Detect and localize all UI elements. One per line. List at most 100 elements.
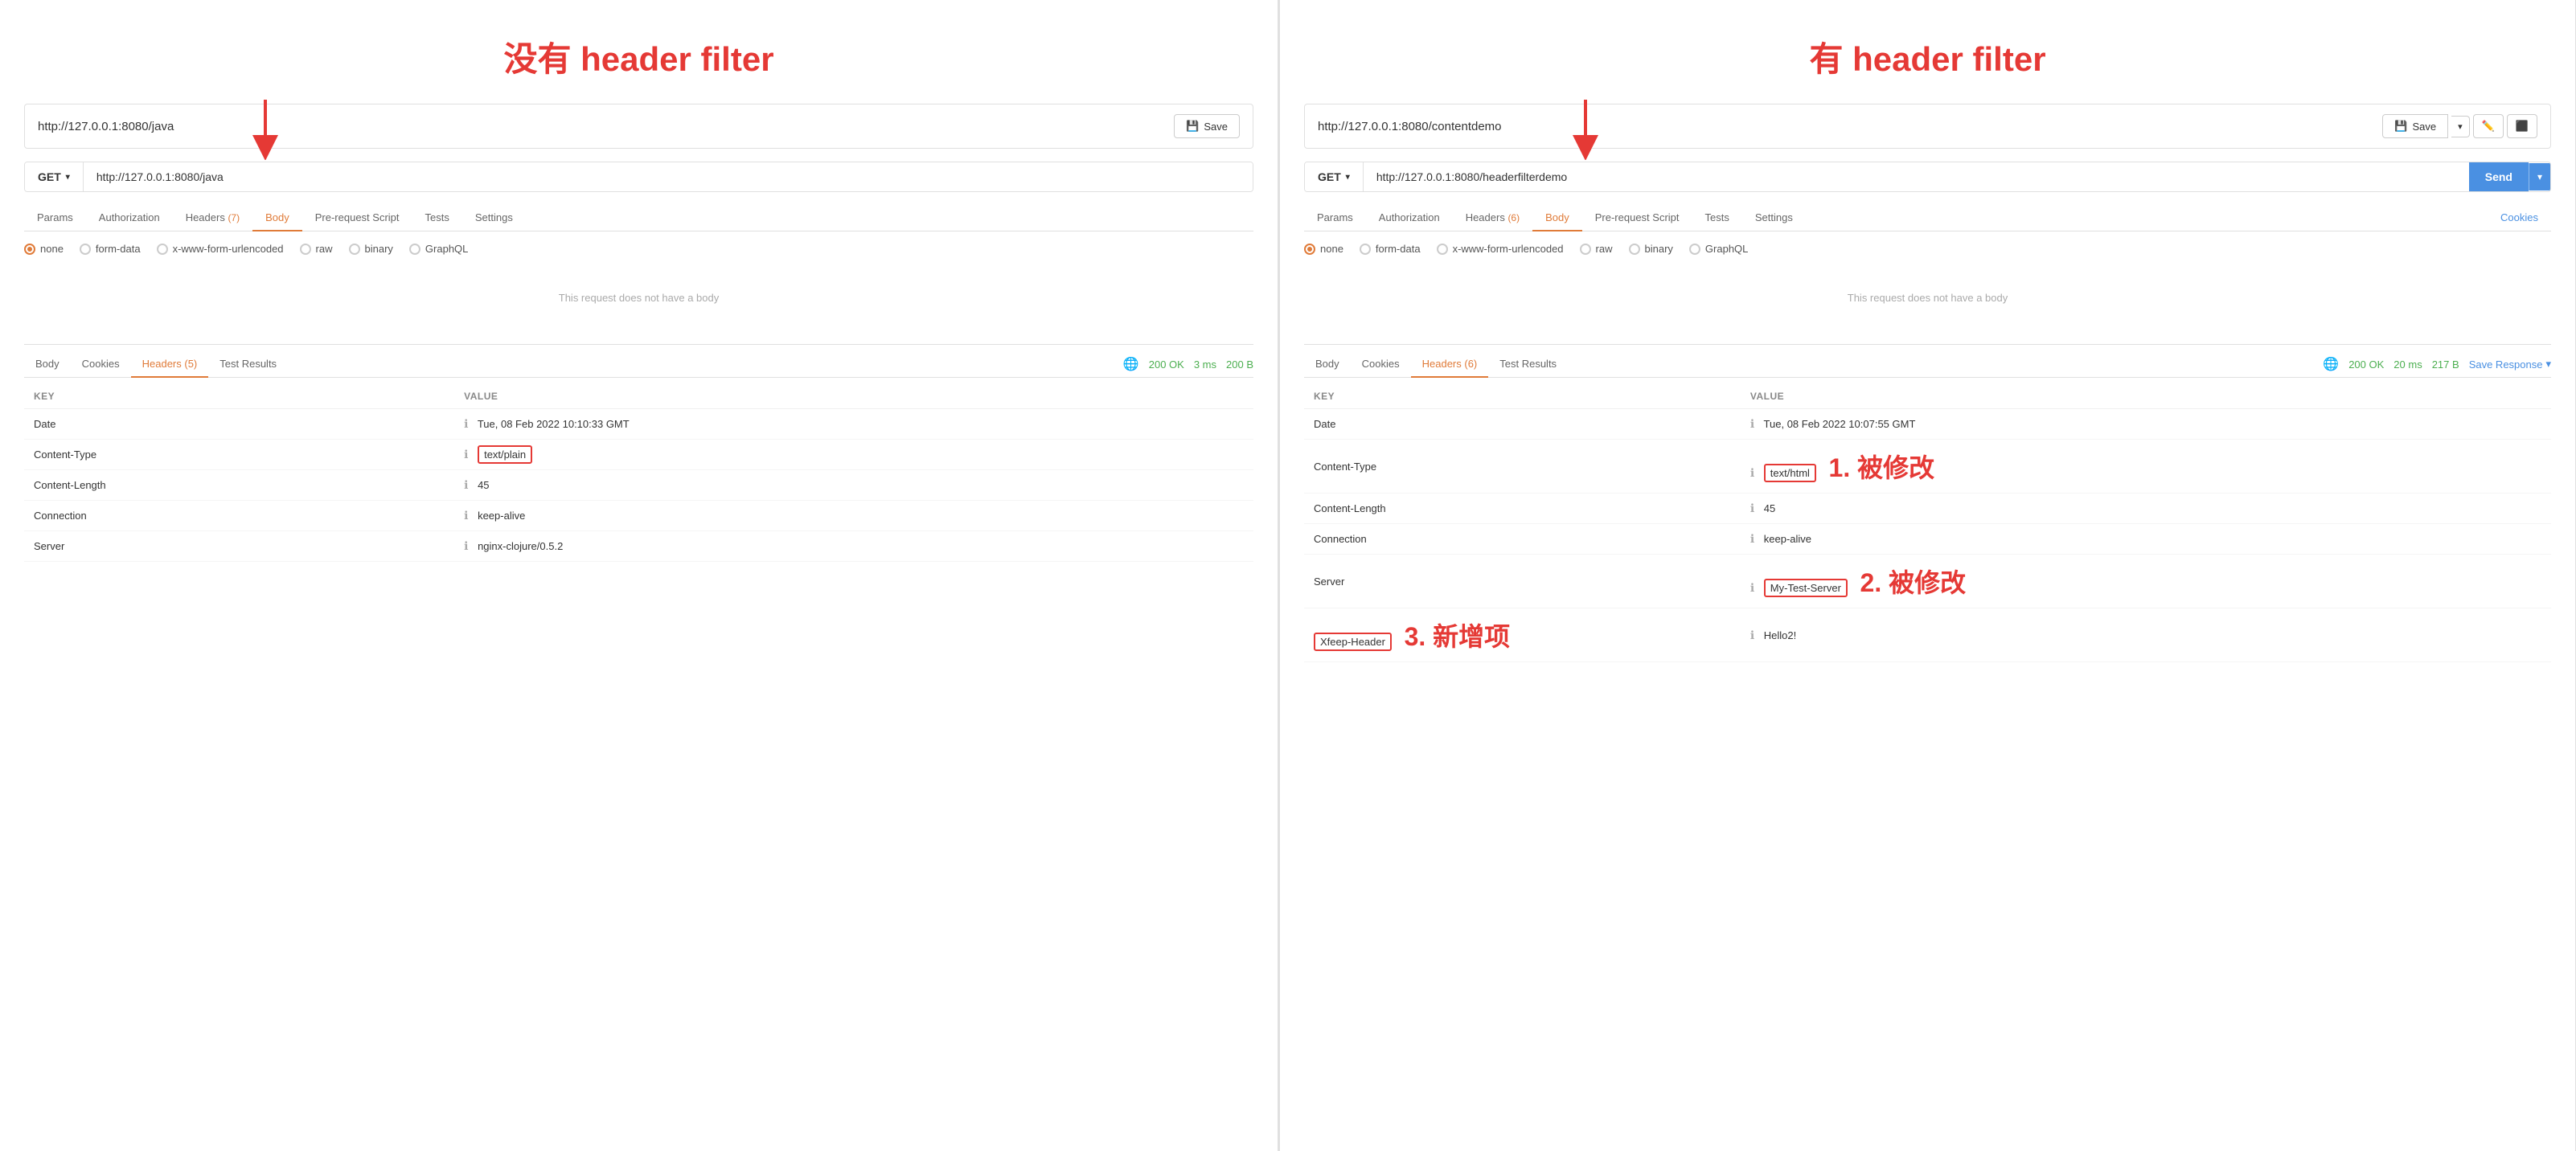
right-status-ok: 200 OK — [2348, 358, 2384, 371]
right-url-input[interactable] — [1364, 162, 2469, 191]
left-key-content-length: Content-Length — [24, 470, 454, 501]
left-radio-binary[interactable]: binary — [349, 243, 393, 255]
right-radio-none-label: none — [1320, 243, 1343, 255]
right-key-xfeep-highlight: Xfeep-Header — [1314, 633, 1392, 651]
left-method-value: GET — [38, 170, 61, 183]
left-radio-formdata-dot — [80, 244, 91, 255]
left-tabs-nav: Params Authorization Headers (7) Body Pr… — [24, 205, 1253, 231]
right-radio-binary[interactable]: binary — [1629, 243, 1673, 255]
left-info-server: ℹ — [464, 539, 468, 552]
right-radio-formdata-dot — [1360, 244, 1371, 255]
right-radio-binary-label: binary — [1645, 243, 1673, 255]
left-radio-graphql[interactable]: GraphQL — [409, 243, 468, 255]
left-tab-tests[interactable]: Tests — [412, 205, 462, 231]
left-row-date: Date ℹ Tue, 08 Feb 2022 10:10:33 GMT — [24, 409, 1253, 440]
right-tab-body[interactable]: Body — [1532, 205, 1582, 231]
right-method-value: GET — [1318, 170, 1341, 183]
left-resp-tab-body[interactable]: Body — [24, 351, 71, 378]
left-value-content-length: ℹ 45 — [454, 470, 1253, 501]
right-resp-tab-testresults[interactable]: Test Results — [1488, 351, 1568, 378]
right-save-group: 💾 Save ▾ ✏️ ⬛ — [2382, 114, 2537, 138]
left-tab-prerequest[interactable]: Pre-request Script — [302, 205, 412, 231]
left-tab-headers[interactable]: Headers (7) — [173, 205, 252, 231]
right-radio-none[interactable]: none — [1304, 243, 1343, 255]
right-key-date: Date — [1304, 409, 1741, 440]
right-radio-formdata[interactable]: form-data — [1360, 243, 1421, 255]
right-row-server: Server ℹ My-Test-Server 2. 被修改 — [1304, 555, 2551, 608]
right-tab-cookies[interactable]: Cookies — [2488, 205, 2551, 231]
save-icon: 💾 — [1186, 120, 1199, 133]
left-tab-body[interactable]: Body — [252, 205, 302, 231]
right-info-content-type: ℹ — [1750, 466, 1754, 479]
right-response-tabs: Body Cookies Headers (6) Test Results 🌐 … — [1304, 345, 2551, 378]
right-value-content-type: ℹ text/html 1. 被修改 — [1741, 440, 2551, 494]
right-tab-authorization[interactable]: Authorization — [1366, 205, 1453, 231]
right-tab-tests[interactable]: Tests — [1692, 205, 1742, 231]
right-tab-headers[interactable]: Headers (6) — [1453, 205, 1532, 231]
left-row-connection: Connection ℹ keep-alive — [24, 501, 1253, 531]
right-send-button[interactable]: Send — [2469, 162, 2529, 191]
right-th-key: KEY — [1304, 384, 1741, 409]
right-body-type-row: none form-data x-www-form-urlencoded raw… — [1304, 243, 2551, 255]
left-save-button[interactable]: 💾 Save — [1174, 114, 1240, 138]
right-save-button[interactable]: 💾 Save — [2382, 114, 2448, 138]
right-tab-prerequest[interactable]: Pre-request Script — [1582, 205, 1692, 231]
left-resp-tab-headers[interactable]: Headers (5) — [131, 351, 209, 378]
left-status-ok: 200 OK — [1149, 358, 1184, 371]
right-headers-table: KEY VALUE Date ℹ Tue, 08 Feb 2022 10:07:… — [1304, 384, 2551, 662]
right-value-server: ℹ My-Test-Server 2. 被修改 — [1741, 555, 2551, 608]
right-share-button[interactable]: ⬛ — [2507, 114, 2537, 138]
right-resp-tab-body[interactable]: Body — [1304, 351, 1351, 378]
left-radio-none[interactable]: none — [24, 243, 64, 255]
left-radio-urlencoded[interactable]: x-www-form-urlencoded — [157, 243, 284, 255]
left-url-input[interactable] — [84, 162, 1253, 191]
left-tab-settings[interactable]: Settings — [462, 205, 526, 231]
right-info-date: ℹ — [1750, 417, 1754, 430]
right-radio-urlencoded-label: x-www-form-urlencoded — [1453, 243, 1564, 255]
left-tab-authorization[interactable]: Authorization — [86, 205, 173, 231]
right-tab-settings[interactable]: Settings — [1742, 205, 1806, 231]
right-save-chevron[interactable]: ▾ — [2451, 116, 2470, 137]
right-radio-raw[interactable]: raw — [1580, 243, 1613, 255]
left-radio-formdata[interactable]: form-data — [80, 243, 141, 255]
left-no-body: This request does not have a body — [24, 268, 1253, 328]
right-save-icon: 💾 — [2394, 120, 2407, 133]
right-resp-tab-headers[interactable]: Headers (6) — [1411, 351, 1489, 378]
right-edit-button[interactable]: ✏️ — [2473, 114, 2504, 138]
right-info-xfeep: ℹ — [1750, 629, 1754, 641]
right-key-content-length: Content-Length — [1304, 494, 1741, 524]
right-status-size: 217 B — [2432, 358, 2459, 371]
right-key-server: Server — [1304, 555, 1741, 608]
left-annotation: 没有 header filter — [503, 40, 773, 78]
right-annotation-xfeep: 3. 新增项 — [1405, 616, 1511, 653]
left-radio-raw[interactable]: raw — [300, 243, 333, 255]
right-key-xfeep: Xfeep-Header 3. 新增项 — [1304, 608, 1741, 662]
right-tab-params[interactable]: Params — [1304, 205, 1366, 231]
right-send-chevron[interactable]: ▾ — [2529, 163, 2550, 190]
left-radio-raw-label: raw — [316, 243, 333, 255]
right-resp-tab-cookies[interactable]: Cookies — [1351, 351, 1411, 378]
right-value-server-highlight: My-Test-Server — [1764, 579, 1848, 597]
right-save-label: Save — [2412, 121, 2436, 133]
right-annotation-content-type: 1. 被修改 — [1829, 448, 1935, 485]
left-value-connection: ℹ keep-alive — [454, 501, 1253, 531]
right-radio-graphql-label: GraphQL — [1705, 243, 1748, 255]
left-method-chevron: ▾ — [66, 173, 70, 182]
right-radio-graphql-dot — [1689, 244, 1700, 255]
left-resp-tab-cookies[interactable]: Cookies — [71, 351, 131, 378]
right-row-content-length: Content-Length ℹ 45 — [1304, 494, 2551, 524]
left-method-select[interactable]: GET ▾ — [25, 162, 84, 191]
right-method-chevron: ▾ — [1346, 173, 1350, 182]
left-value-server: ℹ nginx-clojure/0.5.2 — [454, 531, 1253, 562]
right-radio-urlencoded[interactable]: x-www-form-urlencoded — [1437, 243, 1564, 255]
left-tab-params[interactable]: Params — [24, 205, 86, 231]
right-status-time: 20 ms — [2393, 358, 2422, 371]
right-value-connection: ℹ keep-alive — [1741, 524, 2551, 555]
left-resp-tab-testresults[interactable]: Test Results — [208, 351, 288, 378]
right-radio-none-dot — [1304, 244, 1315, 255]
right-info-content-length: ℹ — [1750, 502, 1754, 514]
right-radio-graphql[interactable]: GraphQL — [1689, 243, 1748, 255]
left-radio-graphql-dot — [409, 244, 420, 255]
right-method-select[interactable]: GET ▾ — [1305, 162, 1364, 191]
right-save-response-button[interactable]: Save Response ▾ — [2469, 358, 2551, 371]
